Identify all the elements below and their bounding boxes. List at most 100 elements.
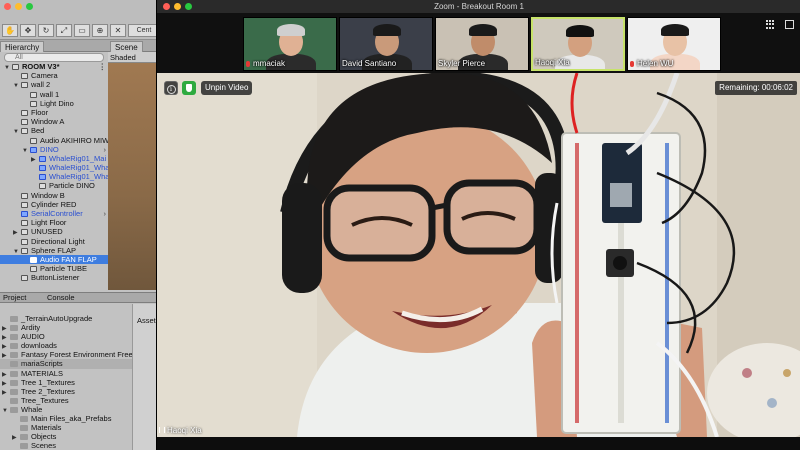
project-folder-item[interactable]: Materials [0, 423, 132, 432]
hierarchy-item-label: Sphere FLAP [31, 245, 77, 255]
speaker-video-frame [157, 73, 800, 437]
scene-view[interactable]: Shaded [108, 52, 160, 290]
hierarchy-item[interactable]: wall 1 [0, 90, 108, 99]
hierarchy-item-label: Bed [31, 126, 45, 136]
gameobject-icon [21, 238, 28, 245]
tab-scene[interactable]: Scene [110, 41, 143, 52]
folder-icon [10, 325, 18, 332]
hierarchy-item[interactable]: Light Dino [0, 99, 108, 108]
hierarchy-item[interactable]: Floor [0, 108, 108, 117]
project-folder-item[interactable]: mariaScripts [0, 359, 132, 369]
participant-tile[interactable]: Helen WU [627, 17, 721, 71]
gameobject-icon [21, 247, 28, 254]
project-folder-item[interactable]: Main Files_aka_Prefabs [0, 414, 132, 423]
folder-icon [10, 397, 18, 404]
hierarchy-item[interactable]: Directional Light [0, 237, 108, 246]
hierarchy-item[interactable]: ▼ DINO › [0, 145, 108, 154]
hierarchy-item[interactable]: Particle TUBE [0, 264, 108, 273]
unpin-video-button[interactable]: Unpin Video [201, 81, 253, 95]
project-folder-item[interactable]: ▶ Ardity [0, 323, 132, 332]
expanded-arrow-icon[interactable]: ▼ [2, 407, 10, 416]
project-folder-item[interactable]: ▶ Tree 1_Textures [0, 378, 132, 387]
unity-toolbar: ✋ ✥ ↻ ⤢ ▭ ⊕ ✕ Cent [0, 0, 160, 40]
hierarchy-item[interactable]: ▶ UNUSED [0, 227, 108, 236]
rotate-tool-icon[interactable]: ↻ [38, 24, 54, 37]
project-folder-item[interactable]: ▶ Tree 2_Textures [0, 387, 132, 396]
folder-icon [20, 416, 28, 423]
hierarchy-item[interactable]: Window A [0, 117, 108, 126]
hand-tool-icon[interactable]: ✋ [2, 24, 18, 37]
project-folder-label: mariaScripts [21, 359, 63, 369]
project-folder-item[interactable]: Tree_Textures [0, 396, 132, 405]
project-folder-item[interactable]: ▶ Fantasy Forest Environment Free [0, 350, 132, 359]
hierarchy-item-label: Floor [31, 107, 49, 117]
hierarchy-item[interactable]: Light Floor [0, 218, 108, 227]
hierarchy-item[interactable]: ▼ Bed [0, 126, 108, 135]
encryption-shield-button[interactable] [182, 81, 196, 95]
hierarchy-item[interactable]: Cylinder RED [0, 200, 108, 209]
transform-tool-icon[interactable]: ⊕ [92, 24, 108, 37]
hierarchy-item[interactable]: Particle DINO [0, 181, 108, 190]
project-folder-item[interactable]: ▶ Objects [0, 432, 132, 441]
move-tool-icon[interactable]: ✥ [20, 24, 36, 37]
project-tabs: Project Console [0, 292, 160, 303]
hierarchy-item[interactable]: Audio FAN FLAP [0, 254, 108, 265]
folder-icon [10, 343, 18, 350]
close-window-button[interactable] [4, 3, 11, 10]
project-folder-item[interactable]: ▼ Whale [0, 405, 132, 414]
participant-hair [661, 24, 689, 36]
hierarchy-item[interactable]: ▶ WhaleRig01_Mai [0, 154, 108, 163]
muted-mic-icon [246, 61, 250, 67]
gameobject-icon [21, 119, 28, 126]
folder-icon [10, 352, 18, 359]
hierarchy-item[interactable]: ▼ ROOM V3* ⋮ [0, 62, 108, 71]
hierarchy-item[interactable]: Audio AKIHIRO MIW [0, 136, 108, 145]
fullscreen-icon[interactable] [785, 20, 794, 29]
hierarchy-item-label: Cylinder RED [31, 199, 77, 209]
hierarchy-item-label: wall 2 [31, 80, 51, 90]
hierarchy-item-label: Directional Light [31, 236, 85, 246]
gallery-view-icon[interactable] [766, 20, 775, 29]
hierarchy-item[interactable]: ▼ Sphere FLAP [0, 246, 108, 255]
participant-tile[interactable]: Skyler Pierce [435, 17, 529, 71]
gameobject-icon [30, 137, 37, 144]
scale-tool-icon[interactable]: ⤢ [56, 24, 72, 37]
row-more-icon[interactable]: › [104, 145, 107, 154]
assets-breadcrumb: Asset [137, 316, 156, 325]
hierarchy-item[interactable]: Window B [0, 191, 108, 200]
gameobject-icon [21, 192, 28, 199]
pinned-video[interactable] [157, 73, 800, 437]
participant-tile[interactable]: mmaciak [243, 17, 337, 71]
tab-console[interactable]: Console [44, 293, 78, 303]
row-more-icon[interactable]: ⋮ [99, 62, 107, 71]
hierarchy-item[interactable]: Camera [0, 71, 108, 80]
hierarchy-item[interactable]: ButtonListener [0, 273, 108, 282]
project-folder-item[interactable]: ▶ MATERIALS [0, 369, 132, 378]
participant-tile[interactable]: David Santiano [339, 17, 433, 71]
hierarchy-item[interactable]: SerialController › [0, 209, 108, 218]
hierarchy-item[interactable]: WhaleRig01_Wha [0, 163, 108, 172]
hierarchy-search-input[interactable]: All [4, 53, 104, 62]
project-folder-item[interactable]: Scenes [0, 441, 132, 450]
minimize-window-button[interactable] [15, 3, 22, 10]
rect-tool-icon[interactable]: ▭ [74, 24, 90, 37]
draw-mode-dropdown[interactable]: Shaded [108, 52, 160, 63]
hierarchy-item[interactable]: ▼ wall 2 [0, 80, 108, 89]
project-folder-item[interactable]: _TerrainAutoUpgrade [0, 314, 132, 323]
participant-tile[interactable]: Haoqi Xia [531, 17, 625, 71]
project-folder-item[interactable]: ▶ AUDIO [0, 332, 132, 341]
project-folder-item[interactable]: ▶ downloads [0, 341, 132, 350]
tab-hierarchy[interactable]: Hierarchy [0, 41, 45, 52]
tab-project[interactable]: Project [0, 293, 29, 303]
hierarchy-item[interactable]: WhaleRig01_Wha [0, 172, 108, 181]
maximize-window-button[interactable] [26, 3, 33, 10]
hierarchy-item-label: WhaleRig01_Mai [49, 153, 107, 163]
custom-tool-icon[interactable]: ✕ [110, 24, 126, 37]
folder-icon [10, 379, 18, 386]
prefab-icon [21, 211, 28, 218]
hierarchy-item-label: Camera [31, 71, 58, 81]
meeting-info-button[interactable]: i [164, 81, 178, 95]
hierarchy-item-label: ButtonListener [31, 273, 80, 283]
row-more-icon[interactable]: › [104, 209, 107, 218]
muted-mic-icon [630, 61, 634, 67]
